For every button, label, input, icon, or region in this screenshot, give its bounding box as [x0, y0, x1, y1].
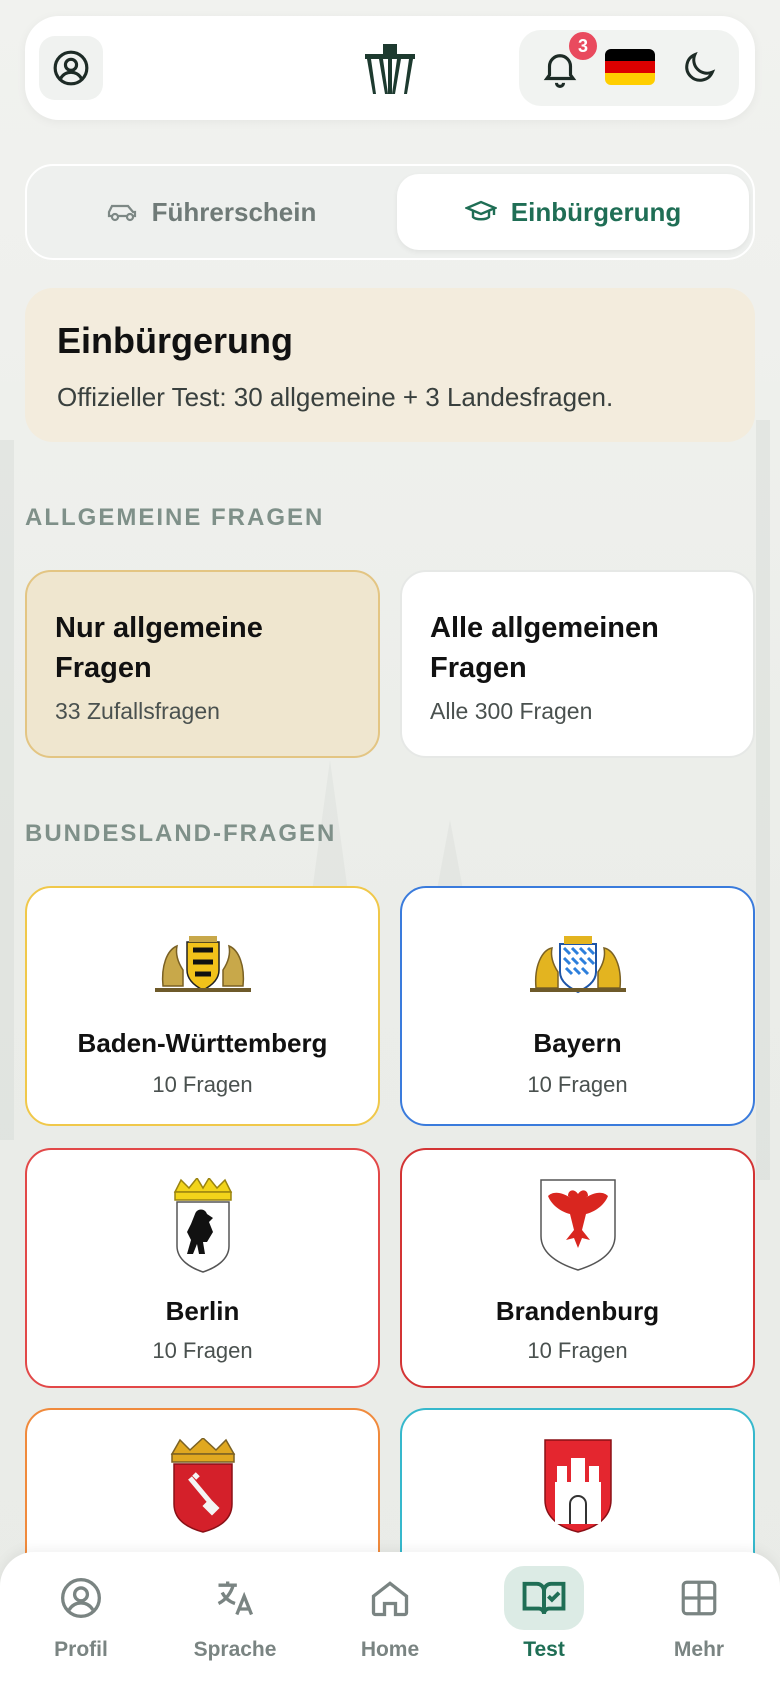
nav-home[interactable]: Home [325, 1566, 455, 1676]
bottom-navigation: Profil Sprache Home Test Mehr [0, 1552, 780, 1688]
brandenburg-gate-logo-icon [365, 44, 415, 94]
nav-label: Sprache [193, 1638, 277, 1661]
car-icon [107, 204, 136, 222]
section-states-label: BUNDESLAND-FRAGEN [25, 820, 337, 847]
bayern-crest-icon [529, 936, 626, 994]
state-card-baden-wuerttemberg[interactable]: Baden-Württemberg 10 Fragen [25, 886, 380, 1126]
graduation-cap-icon [464, 200, 497, 221]
nav-test[interactable]: Test [479, 1566, 609, 1676]
state-question-count: 10 Fragen [152, 1338, 253, 1363]
book-check-icon [522, 1581, 566, 1615]
state-name: Bayern [533, 1028, 622, 1058]
nav-label: Test [523, 1638, 565, 1661]
card-alle-allgemeinen[interactable]: Alle allgemeinen Fragen Alle 300 Fragen [400, 570, 755, 758]
card-subtitle: Alle 300 Fragen [430, 698, 593, 724]
state-card-bayern[interactable]: Bayern 10 Fragen [400, 886, 755, 1126]
state-question-count: 10 Fragen [527, 1072, 628, 1097]
home-icon [371, 1581, 409, 1617]
tab-einbuergerung[interactable]: Einbürgerung [397, 174, 749, 250]
top-header: 3 [25, 16, 755, 120]
nav-mehr[interactable]: Mehr [634, 1566, 764, 1676]
info-card: Einbürgerung Offizieller Test: 30 allgem… [25, 288, 755, 442]
bremen-crest-icon [170, 1438, 235, 1533]
state-card-brandenburg[interactable]: Brandenburg 10 Fragen [400, 1148, 755, 1388]
section-general-label: ALLGEMEINE FRAGEN [25, 504, 325, 531]
card-title: Alle allgemeinen Fragen [430, 612, 659, 684]
nav-label: Mehr [673, 1638, 725, 1661]
brandenburg-crest-icon [539, 1179, 616, 1271]
german-flag-icon[interactable] [605, 49, 655, 85]
tab-label: Einbürgerung [510, 196, 682, 227]
state-question-count: 10 Fragen [152, 1072, 253, 1097]
header-actions: 3 [519, 30, 739, 106]
nav-label: Profil [54, 1638, 108, 1661]
berlin-crest-icon [173, 1178, 232, 1273]
tab-fuehrerschein[interactable]: Führerschein [35, 174, 387, 250]
card-nur-allgemeine[interactable]: Nur allgemeine Fragen 33 Zufallsfragen [25, 570, 380, 758]
nav-label: Home [360, 1638, 420, 1661]
translate-icon [217, 1581, 254, 1616]
grid-icon [681, 1580, 717, 1616]
info-title: Einbürgerung [57, 320, 293, 361]
card-subtitle: 33 Zufallsfragen [55, 698, 220, 724]
nav-profil[interactable]: Profil [16, 1566, 146, 1676]
tab-label: Führerschein [151, 196, 317, 227]
info-text: Offizieller Test: 30 allgemeine + 3 Land… [57, 382, 614, 412]
mode-tabs: Führerschein Einbürgerung [25, 164, 755, 260]
state-card-berlin[interactable]: Berlin 10 Fragen [25, 1148, 380, 1388]
card-title: Nur allgemeine Fragen [55, 612, 263, 684]
hamburg-crest-icon [543, 1439, 612, 1533]
state-name: Brandenburg [495, 1296, 660, 1326]
user-circle-icon [53, 50, 89, 86]
profile-button[interactable] [39, 36, 103, 100]
moon-icon[interactable] [679, 48, 719, 88]
nav-sprache[interactable]: Sprache [170, 1566, 300, 1676]
profile-icon [61, 1578, 101, 1618]
baden-wuerttemberg-crest-icon [154, 936, 251, 992]
notification-badge: 3 [567, 30, 599, 62]
state-question-count: 10 Fragen [527, 1338, 628, 1363]
state-name: Berlin [165, 1296, 240, 1326]
state-name: Baden-Württemberg [77, 1028, 328, 1058]
